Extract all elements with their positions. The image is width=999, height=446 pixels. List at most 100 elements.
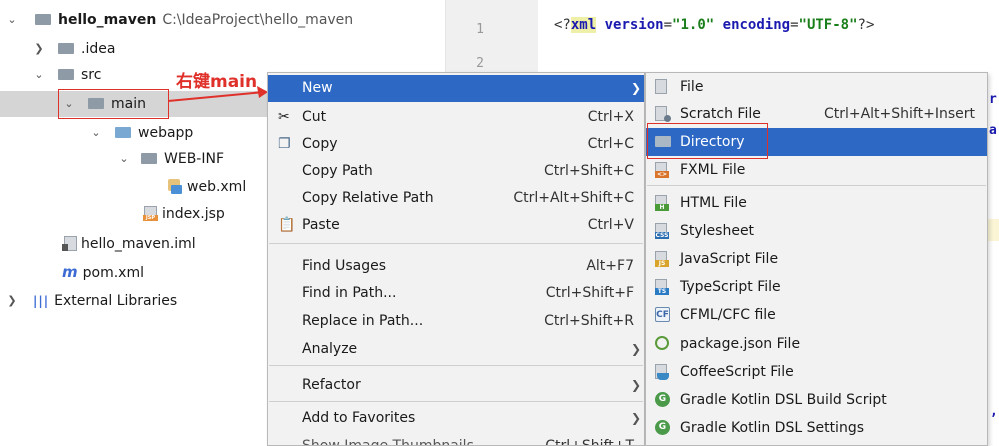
code-token: "1.0" [672,17,715,33]
submenu-item-typescript-file[interactable]: TS TypeScript File [646,273,987,301]
submenu-item-label: CFML/CFC file [680,307,776,323]
menu-item-add-to-favorites[interactable]: Add to Favorites ❯ [268,405,644,432]
menu-shortcut: Ctrl+Shift+C [544,163,634,179]
submenu-item-package-json[interactable]: package.json File [646,330,987,358]
submenu-item-label: TypeScript File [680,279,781,295]
code-token: encoding [722,17,791,33]
submenu-item-cfml-file[interactable]: CF CFML/CFC file [646,301,987,329]
submenu-item-label: Gradle Kotlin DSL Build Script [680,392,887,408]
submenu-item-javascript-file[interactable]: JS JavaScript File [646,245,987,273]
nodejs-icon [655,336,671,352]
submenu-item-coffeescript-file[interactable]: CoffeeScript File [646,358,987,386]
jsp-file-icon: JSP [143,206,158,221]
menu-shortcut: Ctrl+Alt+Shift+Insert [823,106,975,122]
folder-icon [141,153,157,164]
menu-separator [647,185,986,186]
menu-shortcut: Ctrl+Shift+T [545,438,634,446]
code-fragment: a [989,123,997,138]
code-token: version [604,17,664,33]
submenu-arrow-icon: ❯ [630,378,641,392]
fxml-file-icon: <> [655,162,671,178]
submenu-item-label: Stylesheet [680,223,755,239]
chevron-down-icon[interactable]: ⌄ [89,120,103,146]
tree-item-label: pom.xml [82,265,144,281]
menu-item-new[interactable]: New ❯ [268,75,644,102]
typescript-file-icon: TS [655,279,671,295]
menu-shortcut: Ctrl+Alt+Shift+C [513,190,634,206]
tree-item-label: External Libraries [54,293,178,309]
menu-item-label: Paste [302,217,340,233]
annotation-arrow-icon [168,86,268,102]
html-file-icon: H [655,195,671,211]
submenu-item-fxml-file[interactable]: <> FXML File [646,156,987,184]
submenu-item-label: CoffeeScript File [680,364,794,380]
menu-item-label: Refactor [302,377,361,393]
code-fragment: r [989,92,997,107]
menu-item-find-in-path[interactable]: Find in Path... Ctrl+Shift+F [268,280,644,307]
folder-icon [58,43,74,54]
tree-item-label: .idea [81,41,116,57]
css-file-icon: CSS [655,223,671,239]
submenu-arrow-icon: ❯ [630,411,641,425]
tree-item-label: index.jsp [162,206,225,222]
submenu-item-file[interactable]: File [646,73,987,101]
menu-item-analyze[interactable]: Analyze ❯ [268,336,644,363]
menu-shortcut: Ctrl+C [587,136,634,152]
submenu-item-gradle-kotlin-build[interactable]: G Gradle Kotlin DSL Build Script [646,386,987,414]
cfml-file-icon: CF [655,307,671,323]
menu-item-refactor[interactable]: Refactor ❯ [268,372,644,399]
menu-item-find-usages[interactable]: Find Usages Alt+F7 [268,253,644,280]
line-number: 1 [476,22,484,37]
highlight-box-main [58,89,169,119]
chevron-right-icon[interactable]: ❯ [5,288,19,314]
menu-item-label: Find in Path... [302,285,397,301]
submenu-item-label: JavaScript File [680,251,779,267]
menu-item-label: Copy Path [302,163,373,179]
library-icon: ||| [33,294,50,308]
submenu-item-gradle-kotlin-settings[interactable]: G Gradle Kotlin DSL Settings [646,414,987,442]
line-number: 2 [476,56,484,71]
menu-item-label: Show Image Thumbnails [302,438,474,446]
chevron-right-icon[interactable]: ❯ [32,36,46,62]
menu-item-copy-relative-path[interactable]: Copy Relative Path Ctrl+Alt+Shift+C [268,185,644,212]
chevron-down-icon[interactable]: ⌄ [117,146,131,172]
tree-item-label: webapp [138,125,194,141]
submenu-item-html-file[interactable]: H HTML File [646,189,987,217]
menu-item-copy[interactable]: ❐ Copy Ctrl+C [268,131,644,158]
menu-shortcut: Alt+F7 [586,258,634,274]
menu-separator [269,401,643,402]
menu-shortcut: Ctrl+V [587,217,634,233]
copy-icon: ❐ [278,136,291,152]
chevron-down-icon[interactable]: ⌄ [5,7,19,33]
gradle-icon: G [655,420,671,436]
menu-shortcut: Ctrl+Shift+F [545,285,634,301]
submenu-arrow-icon: ❯ [630,81,641,95]
submenu-item-label: HTML File [680,195,747,211]
scissors-icon: ✂ [278,109,290,125]
menu-item-label: Add to Favorites [302,410,416,426]
menu-item-paste[interactable]: 📋 Paste Ctrl+V [268,212,644,239]
menu-item-label: Replace in Path... [302,313,424,329]
submenu-item-stylesheet[interactable]: CSS Stylesheet [646,217,987,245]
gradle-icon: G [655,392,671,408]
scratch-file-icon [655,106,671,122]
chevron-down-icon[interactable]: ⌄ [32,62,46,88]
menu-item-label: Copy [302,136,338,152]
submenu-item-label: FXML File [680,162,746,178]
menu-item-copy-path[interactable]: Copy Path Ctrl+Shift+C [268,158,644,185]
code-line-1[interactable]: <?xml version="1.0" encoding="UTF-8"?> [554,17,874,33]
folder-icon [58,69,74,80]
menu-item-label: Cut [302,109,327,125]
menu-item-replace-in-path[interactable]: Replace in Path... Ctrl+Shift+R [268,308,644,335]
iml-file-icon [62,236,77,251]
maven-icon: m [62,263,78,281]
menu-shortcut: Ctrl+X [587,109,634,125]
menu-item-label: Find Usages [302,258,387,274]
tree-item-label: web.xml [187,179,247,195]
highlight-box-directory [647,123,768,159]
submenu-item-label: Gradle Kotlin DSL Settings [680,420,865,436]
menu-item-show-image-thumbnails[interactable]: Show Image Thumbnails Ctrl+Shift+T [268,433,644,446]
coffeescript-file-icon [655,364,671,380]
menu-item-cut[interactable]: ✂ Cut Ctrl+X [268,104,644,131]
code-token: <? [554,17,571,33]
